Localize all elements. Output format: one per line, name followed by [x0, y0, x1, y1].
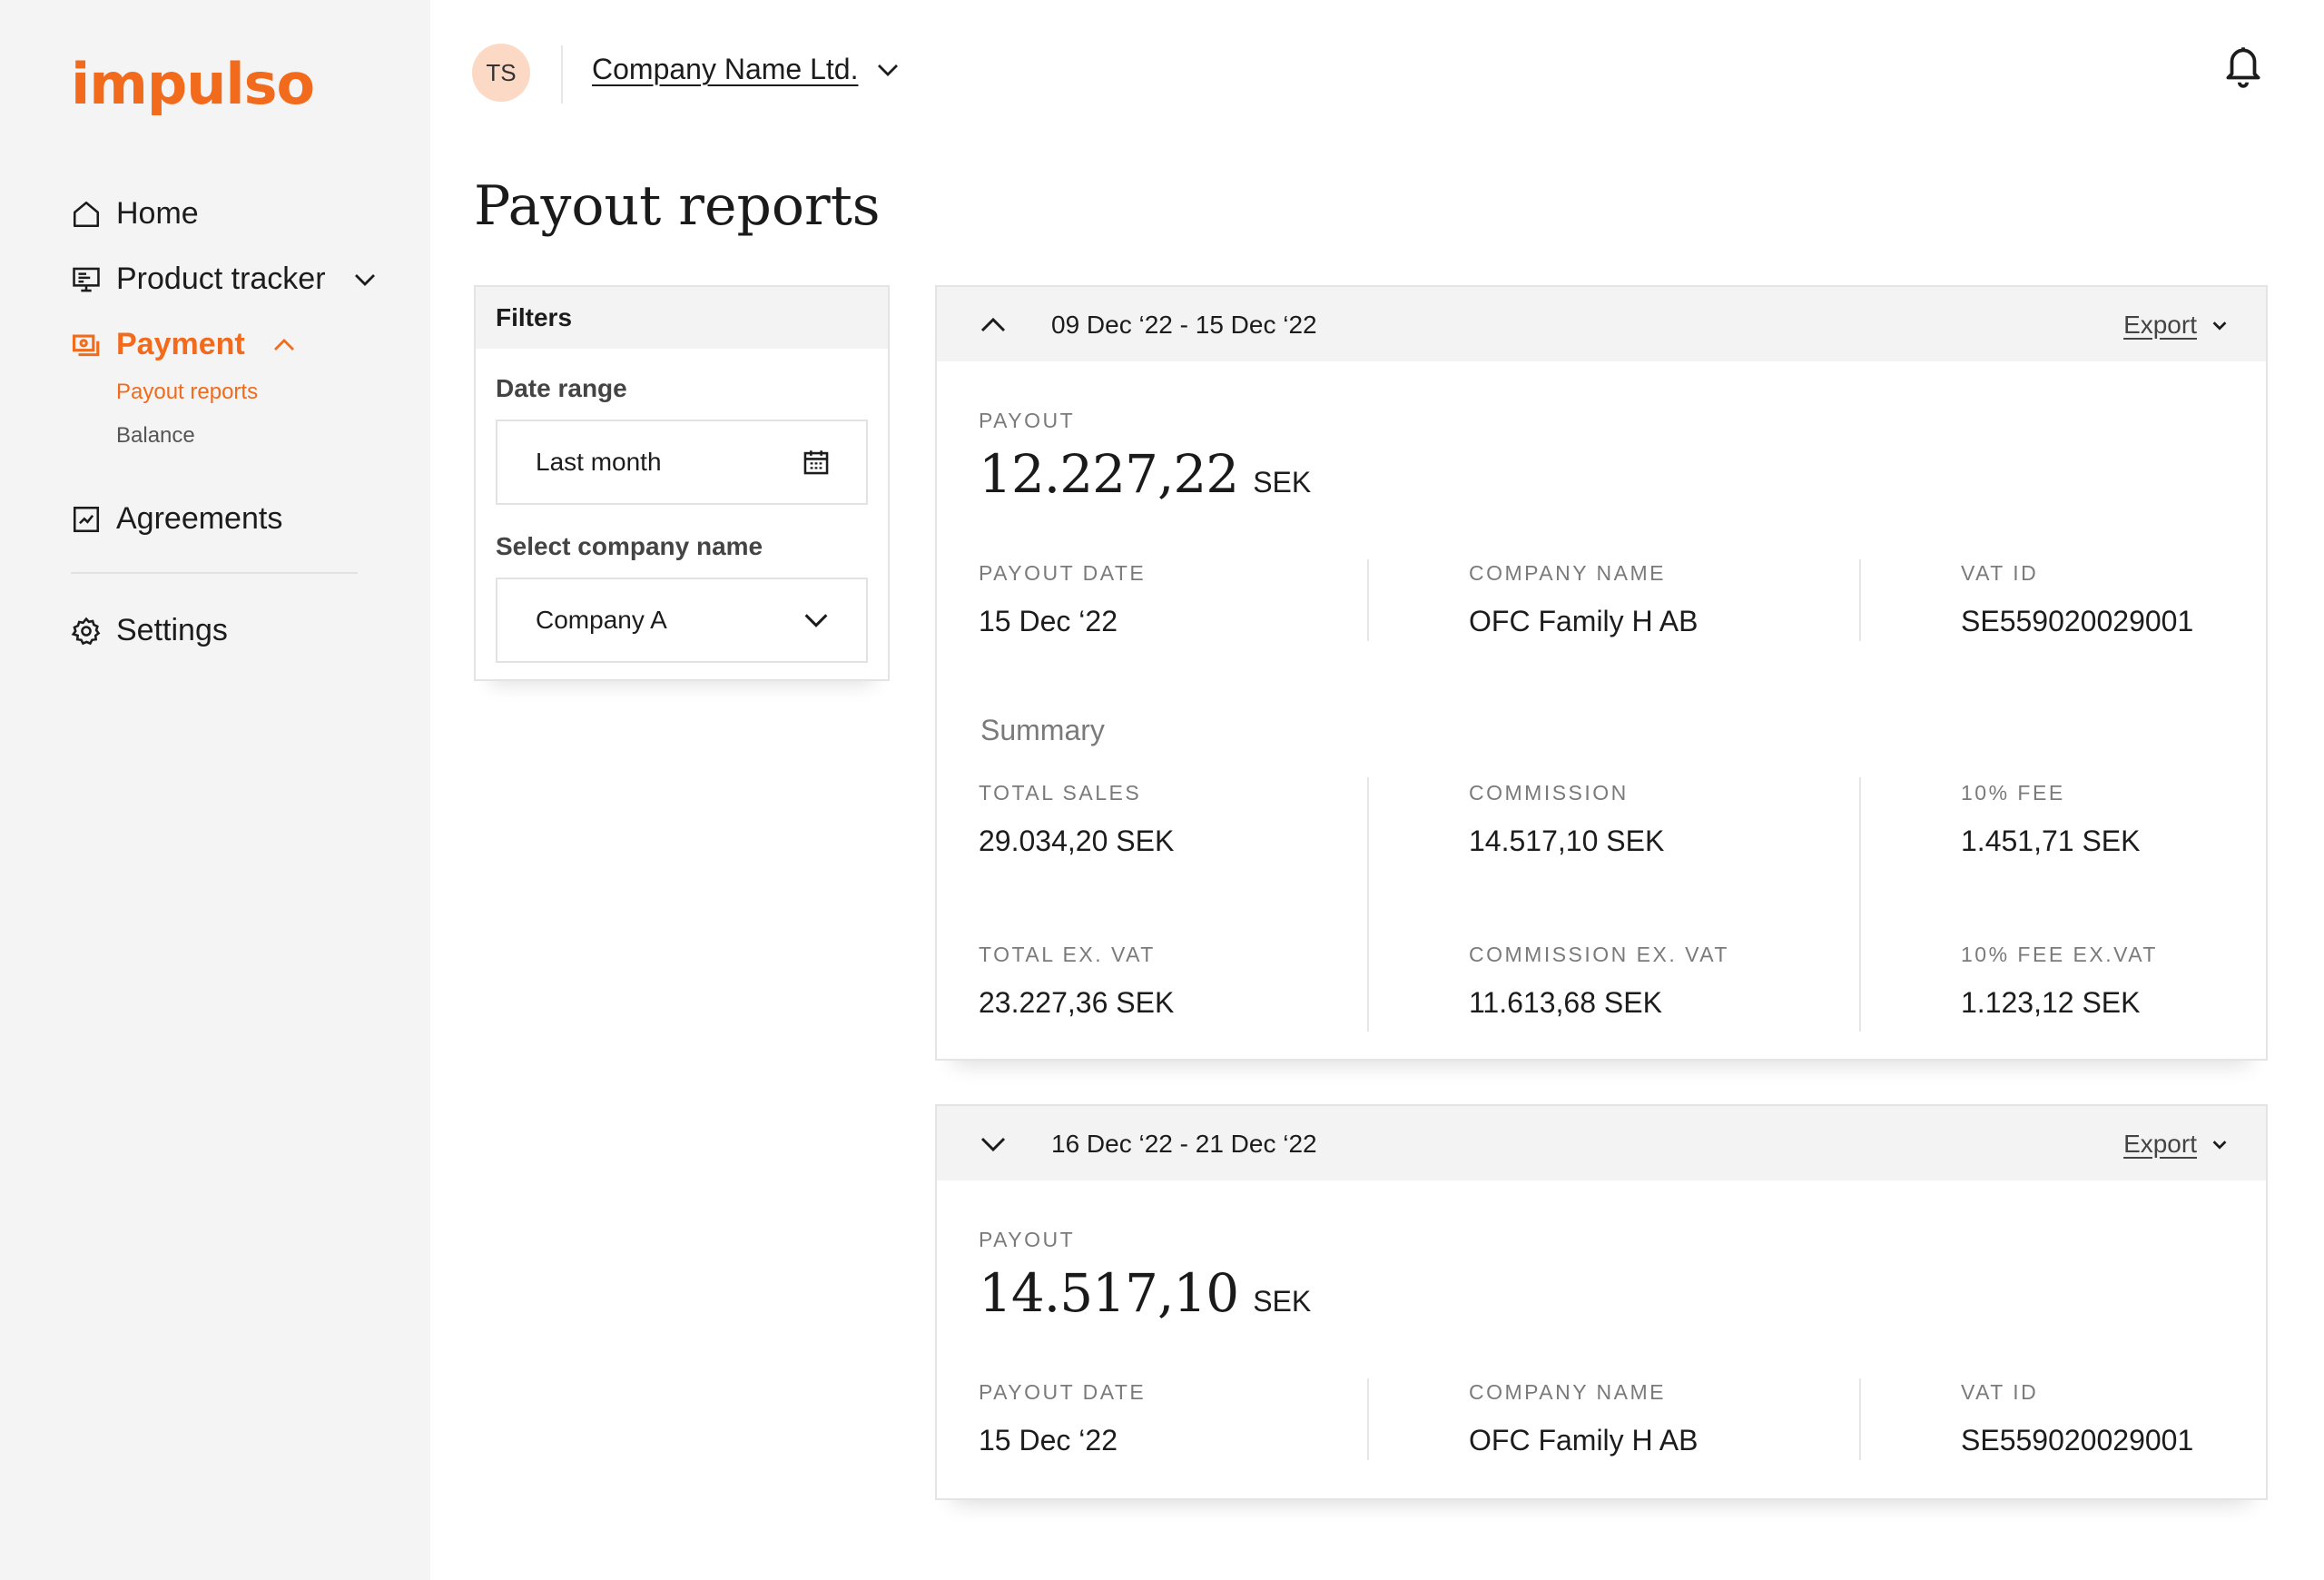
export-label: Export [2123, 311, 2197, 339]
summary-value: 1.451,71 SEK [1961, 825, 2141, 857]
chart-icon [71, 504, 102, 535]
summary-caption: COMMISSION [1469, 781, 1629, 805]
detail-caption: COMPANY NAME [1469, 1380, 1667, 1404]
column-divider [1859, 1378, 1861, 1460]
sidebar-item-label: Home [116, 196, 199, 231]
detail-caption: VAT ID [1961, 561, 2039, 585]
chevron-down-icon [801, 605, 832, 636]
sidebar: impulso Home Product tracker Payment Pay… [0, 0, 430, 1580]
payout-amount: 12.227,22 SEK [979, 443, 1311, 505]
filters-heading: Filters [476, 287, 888, 349]
report-date-range: 09 Dec ‘22 - 15 Dec ‘22 [1051, 311, 1317, 339]
sidebar-item-agreements[interactable]: Agreements [71, 501, 282, 537]
sidebar-item-product-tracker[interactable]: Product tracker [71, 262, 379, 297]
chevron-up-icon[interactable] [977, 309, 1009, 341]
payout-currency: SEK [1253, 1285, 1312, 1318]
chevron-down-icon [2210, 1134, 2230, 1154]
summary-value: 14.517,10 SEK [1469, 825, 1665, 857]
payout-amount: 14.517,10 SEK [979, 1262, 1311, 1324]
bell-icon[interactable] [2221, 42, 2266, 89]
sidebar-item-label: Settings [116, 613, 228, 647]
export-dropdown[interactable]: Export [2123, 311, 2230, 340]
sidebar-item-label: Agreements [116, 501, 283, 536]
summary-caption: TOTAL EX. VAT [979, 943, 1156, 966]
summary-value: 23.227,36 SEK [979, 986, 1175, 1019]
summary-caption: TOTAL SALES [979, 781, 1142, 805]
avatar[interactable]: TS [472, 44, 530, 102]
column-divider [1367, 1378, 1369, 1460]
detail-value: OFC Family H AB [1469, 605, 1699, 637]
payout-report-header[interactable]: 09 Dec ‘22 - 15 Dec ‘22 Export [937, 287, 2266, 361]
monitor-icon [71, 264, 102, 295]
date-range-label: Date range [496, 374, 627, 402]
payout-caption: PAYOUT [979, 1228, 1076, 1251]
home-icon [71, 199, 102, 230]
company-name-label: Select company name [496, 532, 763, 560]
sidebar-item-payment[interactable]: Payment [71, 327, 298, 362]
report-date-range: 16 Dec ‘22 - 21 Dec ‘22 [1051, 1130, 1317, 1158]
export-label: Export [2123, 1130, 2197, 1158]
payment-icon [71, 330, 102, 360]
payout-amount-value: 14.517,10 [979, 1262, 1239, 1324]
detail-caption: COMPANY NAME [1469, 561, 1667, 585]
summary-value: 29.034,20 SEK [979, 825, 1175, 857]
export-dropdown[interactable]: Export [2123, 1130, 2230, 1159]
payout-currency: SEK [1253, 466, 1312, 499]
topbar-divider [561, 45, 563, 104]
gear-icon [71, 616, 102, 647]
chevron-down-icon [2210, 315, 2230, 335]
payout-caption: PAYOUT [979, 409, 1076, 432]
detail-caption: VAT ID [1961, 1380, 2039, 1404]
sidebar-subitem-payout-reports[interactable]: Payout reports [116, 380, 258, 405]
payout-amount-value: 12.227,22 [979, 443, 1239, 505]
filters-panel: Filters Date range Last month Select com… [474, 285, 890, 681]
column-divider [1367, 777, 1369, 1032]
payout-report-header[interactable]: 16 Dec ‘22 - 21 Dec ‘22 Export [937, 1106, 2266, 1180]
calendar-icon [801, 447, 832, 478]
page-title: Payout reports [474, 174, 881, 238]
summary-value: 1.123,12 SEK [1961, 986, 2141, 1019]
sidebar-item-settings[interactable]: Settings [71, 613, 228, 648]
sidebar-item-label: Payment [116, 327, 245, 361]
detail-value: 15 Dec ‘22 [979, 1424, 1118, 1457]
company-switcher[interactable]: Company Name Ltd. [592, 53, 901, 86]
column-divider [1859, 777, 1861, 1032]
summary-caption: COMMISSION EX. VAT [1469, 943, 1729, 966]
column-divider [1859, 559, 1861, 641]
company-name-value: Company A [536, 606, 667, 634]
detail-caption: PAYOUT DATE [979, 1380, 1147, 1404]
detail-value: OFC Family H AB [1469, 1424, 1699, 1457]
company-switcher-label: Company Name Ltd. [592, 53, 859, 85]
sidebar-divider [71, 572, 358, 574]
summary-caption: 10% FEE [1961, 781, 2065, 805]
sidebar-item-home[interactable]: Home [71, 196, 199, 232]
date-range-value: Last month [536, 448, 662, 476]
date-range-field[interactable]: Last month [496, 420, 868, 505]
chevron-down-icon[interactable] [351, 266, 379, 293]
company-name-select[interactable]: Company A [496, 578, 868, 663]
summary-title: Summary [980, 714, 1105, 746]
impulso-logo[interactable]: impulso [71, 56, 315, 113]
detail-value: SE559020029001 [1961, 1424, 2194, 1457]
summary-caption: 10% FEE EX.VAT [1961, 943, 2158, 966]
chevron-down-icon [874, 56, 901, 84]
payout-report-card: 09 Dec ‘22 - 15 Dec ‘22 Export PAYOUT 12… [935, 285, 2268, 1061]
chevron-up-icon[interactable] [271, 331, 298, 359]
column-divider [1367, 559, 1369, 641]
summary-value: 11.613,68 SEK [1469, 986, 1662, 1019]
sidebar-subitem-balance[interactable]: Balance [116, 423, 195, 449]
detail-caption: PAYOUT DATE [979, 561, 1147, 585]
sidebar-item-label: Product tracker [116, 262, 326, 296]
detail-value: SE559020029001 [1961, 605, 2194, 637]
chevron-down-icon[interactable] [977, 1128, 1009, 1160]
payout-report-card: 16 Dec ‘22 - 21 Dec ‘22 Export PAYOUT 14… [935, 1104, 2268, 1500]
detail-value: 15 Dec ‘22 [979, 605, 1118, 637]
